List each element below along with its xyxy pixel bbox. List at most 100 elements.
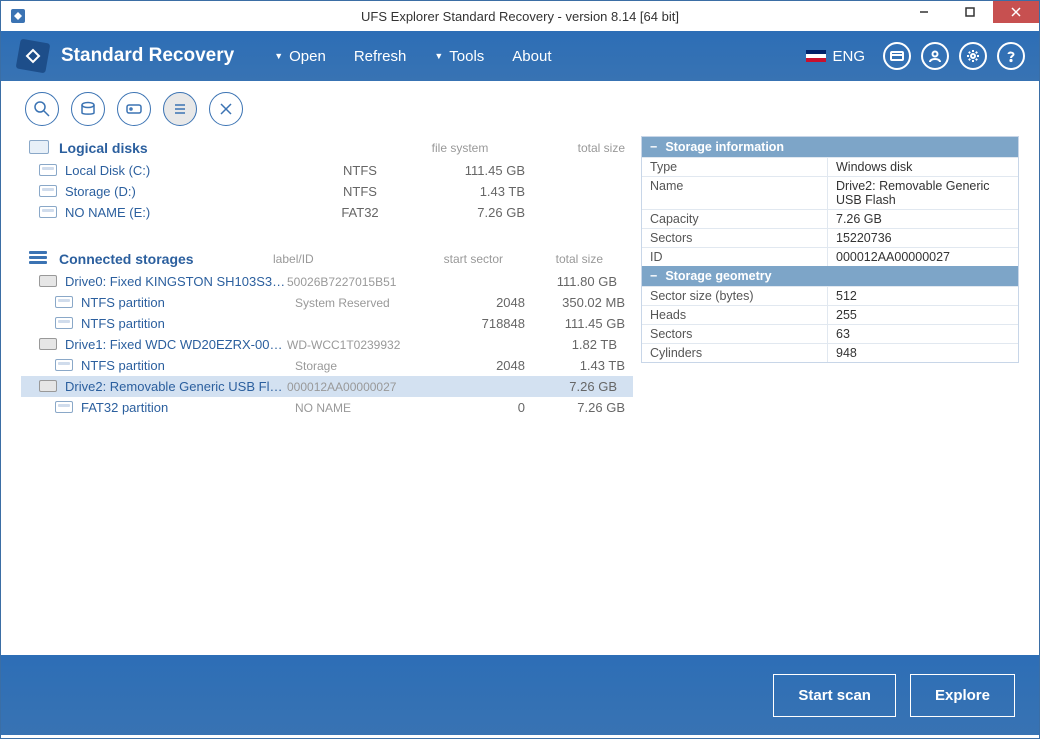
user-button[interactable] xyxy=(921,42,949,70)
info-value: 7.26 GB xyxy=(828,210,1018,228)
disk-icon xyxy=(39,275,59,289)
storage-drive-row[interactable]: Drive1: Fixed WDC WD20EZRX-00DC... WD-WC… xyxy=(21,334,633,355)
info-row: Sectors15220736 xyxy=(642,228,1018,247)
info-header-geometry-label: Storage geometry xyxy=(665,269,771,283)
drive-labelid: 000012AA00000027 xyxy=(287,380,427,394)
language-selector[interactable]: ENG xyxy=(806,48,865,65)
info-key: Heads xyxy=(642,306,828,324)
close-view-button[interactable] xyxy=(209,92,243,126)
partition-row[interactable]: NTFS partition Storage 2048 1.43 TB xyxy=(21,355,633,376)
menu-open-label: Open xyxy=(289,48,326,65)
info-row: ID000012AA00000027 xyxy=(642,247,1018,266)
partition-name: FAT32 partition xyxy=(81,400,295,415)
maximize-button[interactable] xyxy=(947,1,993,23)
info-key: Capacity xyxy=(642,210,828,228)
disk-name: Local Disk (C:) xyxy=(65,163,295,178)
drive-icon xyxy=(55,401,75,415)
minimize-button[interactable] xyxy=(901,1,947,23)
menu-about[interactable]: About xyxy=(512,48,551,65)
drive-name: Drive0: Fixed KINGSTON SH103S312... xyxy=(65,274,287,289)
partition-row[interactable]: NTFS partition System Reserved 2048 350.… xyxy=(21,292,633,313)
caret-down-icon: ▼ xyxy=(434,51,443,61)
connected-storages-header: Connected storages label/ID start sector… xyxy=(21,247,633,271)
info-key: Sectors xyxy=(642,229,828,247)
partition-size: 350.02 MB xyxy=(525,295,625,310)
list-view-button[interactable] xyxy=(163,92,197,126)
start-scan-button[interactable]: Start scan xyxy=(773,674,896,717)
info-value: Windows disk xyxy=(828,158,1018,176)
logical-disk-row[interactable]: Local Disk (C:) NTFS 111.45 GB xyxy=(21,160,633,181)
menu-about-label: About xyxy=(512,48,551,65)
info-key: Type xyxy=(642,158,828,176)
disk-button[interactable] xyxy=(117,92,151,126)
disk-fs: NTFS xyxy=(295,184,425,199)
info-value: 512 xyxy=(828,287,1018,305)
info-row: NameDrive2: Removable Generic USB Flash xyxy=(642,176,1018,209)
menu-refresh[interactable]: Refresh xyxy=(354,48,407,65)
drive-labelid: WD-WCC1T0239932 xyxy=(287,338,427,352)
disk-fs: NTFS xyxy=(295,163,425,178)
raid-button[interactable] xyxy=(71,92,105,126)
menu-tools[interactable]: ▼Tools xyxy=(434,48,484,65)
info-row: Cylinders948 xyxy=(642,343,1018,362)
drive-icon xyxy=(55,317,75,331)
storage-drive-row[interactable]: Drive2: Removable Generic USB Flas ... 0… xyxy=(21,376,633,397)
col-totalsize2: total size xyxy=(503,252,603,266)
info-value: 15220736 xyxy=(828,229,1018,247)
partition-name: NTFS partition xyxy=(81,316,295,331)
close-button[interactable] xyxy=(993,1,1039,23)
drive-icon xyxy=(55,296,75,310)
drive-name: Drive2: Removable Generic USB Flas ... xyxy=(65,379,287,394)
disk-icon xyxy=(39,380,59,394)
logical-disk-row[interactable]: Storage (D:) NTFS 1.43 TB xyxy=(21,181,633,202)
app-logo-icon xyxy=(15,38,51,74)
info-row: Sector size (bytes)512 xyxy=(642,286,1018,305)
explore-button[interactable]: Explore xyxy=(910,674,1015,717)
partition-startsector: 2048 xyxy=(435,358,525,373)
disk-fs: FAT32 xyxy=(295,205,425,220)
info-value: 255 xyxy=(828,306,1018,324)
drive-icon xyxy=(39,164,59,178)
disk-name: NO NAME (E:) xyxy=(65,205,295,220)
col-totalsize: total size xyxy=(525,141,625,155)
info-row: TypeWindows disk xyxy=(642,157,1018,176)
info-value: 63 xyxy=(828,325,1018,343)
partition-size: 1.43 TB xyxy=(525,358,625,373)
partition-labelid: System Reserved xyxy=(295,296,435,310)
collapse-icon: − xyxy=(650,269,657,283)
toolbar xyxy=(1,81,1039,136)
license-button[interactable] xyxy=(883,42,911,70)
settings-button[interactable] xyxy=(959,42,987,70)
monitor-icon xyxy=(29,140,51,156)
info-key: ID xyxy=(642,248,828,266)
drive-name: Drive1: Fixed WDC WD20EZRX-00DC... xyxy=(65,337,287,352)
drive-size: 1.82 TB xyxy=(517,337,617,352)
storage-icon xyxy=(29,251,51,267)
info-key: Sector size (bytes) xyxy=(642,287,828,305)
logical-disks-header: Logical disks file system total size xyxy=(21,136,633,160)
info-header-storage-label: Storage information xyxy=(665,140,784,154)
info-table: − Storage information TypeWindows diskNa… xyxy=(641,136,1019,363)
partition-startsector: 0 xyxy=(435,400,525,415)
flag-icon xyxy=(806,50,826,62)
info-header-storage[interactable]: − Storage information xyxy=(642,137,1018,157)
menu-refresh-label: Refresh xyxy=(354,48,407,65)
col-labelid: label/ID xyxy=(273,252,413,266)
drive-labelid: 50026B7227015B51 xyxy=(287,275,427,289)
info-key: Name xyxy=(642,177,828,209)
partition-startsector: 718848 xyxy=(435,316,525,331)
help-button[interactable] xyxy=(997,42,1025,70)
bottom-bar: Start scan Explore xyxy=(1,655,1039,735)
col-startsector: start sector xyxy=(413,252,503,266)
partition-labelid: NO NAME xyxy=(295,401,435,415)
info-header-geometry[interactable]: − Storage geometry xyxy=(642,266,1018,286)
disk-icon xyxy=(39,338,59,352)
logical-disk-row[interactable]: NO NAME (E:) FAT32 7.26 GB xyxy=(21,202,633,223)
drive-size: 111.80 GB xyxy=(517,274,617,289)
search-button[interactable] xyxy=(25,92,59,126)
partition-row[interactable]: FAT32 partition NO NAME 0 7.26 GB xyxy=(21,397,633,418)
partition-row[interactable]: NTFS partition 718848 111.45 GB xyxy=(21,313,633,334)
partition-name: NTFS partition xyxy=(81,295,295,310)
menu-open[interactable]: ▼Open xyxy=(274,48,326,65)
storage-drive-row[interactable]: Drive0: Fixed KINGSTON SH103S312... 5002… xyxy=(21,271,633,292)
